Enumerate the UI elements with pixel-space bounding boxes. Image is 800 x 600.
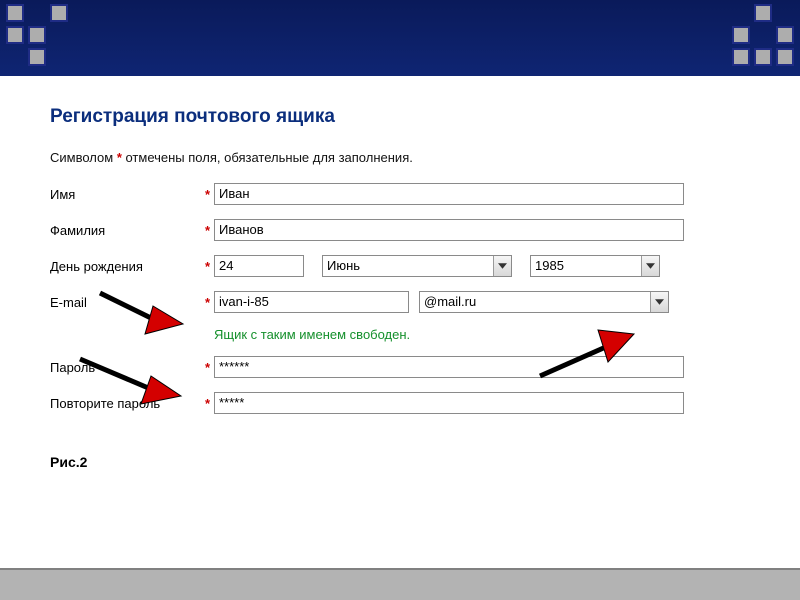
note-suffix: отмечены поля, обязательные для заполнен… bbox=[122, 150, 413, 165]
label-password: Пароль bbox=[50, 360, 200, 375]
required-asterisk: * bbox=[200, 223, 210, 238]
row-password: Пароль * ****** bbox=[50, 356, 750, 378]
birthday-year-value: 1985 bbox=[535, 258, 564, 273]
birthday-month-value: Июнь bbox=[327, 258, 360, 273]
last-name-input[interactable]: Иванов bbox=[214, 219, 684, 241]
password-input[interactable]: ****** bbox=[214, 356, 684, 378]
label-password-repeat: Повторите пароль bbox=[50, 396, 200, 411]
required-note: Символом * отмечены поля, обязательные д… bbox=[50, 150, 750, 165]
label-birthday: День рождения bbox=[50, 259, 200, 274]
row-email: E-mail * ivan-i-85 @mail.ru bbox=[50, 291, 750, 313]
page-title: Регистрация почтового ящика bbox=[50, 106, 750, 128]
row-birthday: День рождения * 24 Июнь 1985 bbox=[50, 255, 750, 277]
required-asterisk: * bbox=[200, 187, 210, 202]
chevron-down-icon bbox=[655, 299, 664, 305]
footer-band bbox=[0, 568, 800, 600]
header-band bbox=[0, 0, 800, 76]
chevron-down-icon bbox=[498, 263, 507, 269]
email-available-message: Ящик с таким именем свободен. bbox=[214, 327, 750, 342]
row-last-name: Фамилия * Иванов bbox=[50, 219, 750, 241]
email-user-input[interactable]: ivan-i-85 bbox=[214, 291, 409, 313]
first-name-input[interactable]: Иван bbox=[214, 183, 684, 205]
label-email: E-mail bbox=[50, 295, 200, 310]
required-asterisk: * bbox=[200, 259, 210, 274]
birthday-day-input[interactable]: 24 bbox=[214, 255, 304, 277]
deco-grid-top-left bbox=[6, 4, 68, 66]
row-first-name: Имя * Иван bbox=[50, 183, 750, 205]
label-last-name: Фамилия bbox=[50, 223, 200, 238]
chevron-down-icon bbox=[646, 263, 655, 269]
birthday-year-select[interactable]: 1985 bbox=[530, 255, 660, 277]
dropdown-button-year[interactable] bbox=[641, 256, 659, 276]
required-asterisk: * bbox=[200, 360, 210, 375]
deco-grid-top-right bbox=[732, 4, 794, 66]
password-repeat-input[interactable]: ***** bbox=[214, 392, 684, 414]
note-prefix: Символом bbox=[50, 150, 117, 165]
email-domain-value: @mail.ru bbox=[424, 294, 476, 309]
required-asterisk: * bbox=[200, 396, 210, 411]
label-first-name: Имя bbox=[50, 187, 200, 202]
content-area: Регистрация почтового ящика Символом * о… bbox=[0, 76, 800, 438]
row-password-repeat: Повторите пароль * ***** bbox=[50, 392, 750, 414]
dropdown-button-month[interactable] bbox=[493, 256, 511, 276]
figure-caption: Рис.2 bbox=[50, 454, 800, 470]
dropdown-button-domain[interactable] bbox=[650, 292, 668, 312]
email-domain-select[interactable]: @mail.ru bbox=[419, 291, 669, 313]
birthday-month-select[interactable]: Июнь bbox=[322, 255, 512, 277]
required-asterisk: * bbox=[200, 295, 210, 310]
